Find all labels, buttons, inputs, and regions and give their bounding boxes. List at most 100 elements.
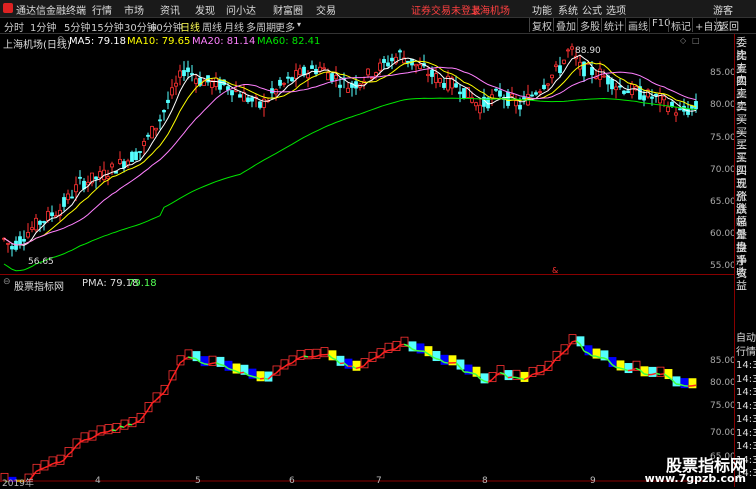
candle-body[interactable] — [175, 83, 178, 86]
candle-body[interactable] — [571, 47, 574, 49]
period-weekly[interactable]: 周线 — [202, 19, 222, 34]
candle-body[interactable] — [563, 60, 566, 63]
candle-body[interactable] — [695, 101, 698, 108]
candle-body[interactable] — [99, 172, 102, 178]
candle-body[interactable] — [251, 98, 254, 101]
candle-body[interactable] — [35, 218, 38, 230]
candle-body[interactable] — [675, 113, 678, 115]
candle-body[interactable] — [535, 93, 538, 95]
candle-body[interactable] — [239, 95, 242, 98]
candle-body[interactable] — [623, 91, 626, 93]
candle-body[interactable] — [479, 105, 482, 113]
candle-body[interactable] — [67, 194, 70, 200]
candle-body[interactable] — [687, 109, 690, 114]
candle-body[interactable] — [107, 177, 110, 179]
candle-body[interactable] — [171, 88, 174, 95]
candle-body[interactable] — [179, 71, 182, 77]
candle-body[interactable] — [383, 59, 386, 62]
candle-body[interactable] — [319, 67, 322, 71]
collapse-icon[interactable]: ⊖ — [3, 277, 11, 287]
candle-body[interactable] — [499, 91, 502, 96]
candle-body[interactable] — [131, 152, 134, 161]
candle-body[interactable] — [63, 198, 66, 207]
candle-body[interactable] — [195, 79, 198, 83]
candle-body[interactable] — [547, 84, 550, 85]
candle-body[interactable] — [435, 74, 438, 83]
candle-body[interactable] — [187, 68, 190, 72]
settings-icon[interactable]: ◇ — [680, 36, 686, 45]
candle-body[interactable] — [155, 128, 158, 130]
candle-body[interactable] — [367, 69, 370, 75]
candle-body[interactable] — [303, 67, 306, 75]
statistics-button[interactable]: 统计 — [601, 18, 626, 32]
candle-body[interactable] — [159, 120, 162, 121]
candle-body[interactable] — [531, 95, 534, 96]
candle-body[interactable] — [283, 83, 286, 84]
candle-body[interactable] — [299, 69, 302, 75]
candle-body[interactable] — [247, 98, 250, 102]
candle-body[interactable] — [663, 96, 666, 100]
period-more[interactable]: 更多 — [275, 19, 295, 34]
candle-body[interactable] — [11, 246, 14, 249]
pane-divider[interactable] — [0, 274, 734, 275]
candle-body[interactable] — [591, 67, 594, 74]
candle-body[interactable] — [399, 51, 402, 52]
indicator-bar[interactable] — [33, 464, 40, 473]
mark-button[interactable]: 标记 — [668, 18, 693, 32]
candle-body[interactable] — [679, 109, 682, 110]
candle-body[interactable] — [387, 63, 390, 66]
menu-trade[interactable]: 交易 — [316, 2, 336, 17]
period-15min[interactable]: 15分钟 — [91, 19, 124, 34]
candle-body[interactable] — [655, 94, 658, 95]
candle-body[interactable] — [391, 58, 394, 61]
collapse-icon[interactable]: ⊖ — [57, 35, 65, 45]
indicator-chart-canvas[interactable] — [0, 276, 706, 482]
menu-wealth[interactable]: 财富圈 — [273, 2, 303, 17]
menu-news[interactable]: 资讯 — [160, 2, 180, 17]
candle-body[interactable] — [355, 82, 358, 88]
candle-body[interactable] — [443, 83, 446, 87]
multi-stock-button[interactable]: 多股 — [577, 18, 602, 32]
candle-body[interactable] — [379, 63, 382, 70]
candle-body[interactable] — [119, 159, 122, 163]
candle-body[interactable] — [519, 105, 522, 109]
candle-body[interactable] — [163, 110, 166, 112]
candle-body[interactable] — [347, 88, 350, 92]
candle-body[interactable] — [139, 152, 142, 153]
candle-body[interactable] — [151, 127, 154, 138]
menu-quotes[interactable]: 行情 — [92, 2, 112, 17]
menu-formula[interactable]: 公式 — [582, 2, 602, 17]
candle-body[interactable] — [219, 80, 222, 89]
candle-body[interactable] — [543, 85, 546, 88]
candle-body[interactable] — [287, 77, 290, 78]
indicator-bar[interactable] — [521, 372, 528, 381]
period-daily[interactable]: 日线 — [180, 19, 200, 34]
candle-body[interactable] — [511, 94, 514, 96]
menu-system[interactable]: 系统 — [558, 2, 578, 17]
candle-body[interactable] — [279, 80, 282, 85]
candle-body[interactable] — [263, 99, 266, 107]
candle-body[interactable] — [19, 237, 22, 244]
period-timeshare[interactable]: 分时 — [4, 19, 24, 34]
candle-body[interactable] — [651, 97, 654, 98]
candle-body[interactable] — [431, 70, 434, 76]
dropdown-arrow-icon[interactable]: ▾ — [297, 20, 301, 29]
candle-body[interactable] — [39, 221, 42, 224]
candle-body[interactable] — [339, 85, 342, 87]
draw-line-button[interactable]: 画线 — [625, 18, 650, 32]
candle-body[interactable] — [183, 70, 186, 75]
candle-body[interactable] — [51, 213, 54, 216]
menu-functions[interactable]: 功能 — [532, 2, 552, 17]
menu-market[interactable]: 市场 — [124, 2, 144, 17]
candle-body[interactable] — [95, 177, 98, 179]
candle-body[interactable] — [459, 92, 462, 94]
candle-body[interactable] — [331, 74, 334, 81]
kline-chart[interactable]: 上海机场(日线) ⊖ MA5: 79.18 MA10: 79.65 MA20: … — [0, 34, 706, 274]
candle-body[interactable] — [567, 50, 570, 51]
candle-body[interactable] — [191, 74, 194, 75]
candle-body[interactable] — [79, 177, 82, 178]
candle-body[interactable] — [439, 79, 442, 83]
kline-chart-canvas[interactable] — [0, 34, 706, 274]
indicator-bar[interactable] — [129, 418, 136, 427]
candle-body[interactable] — [27, 232, 30, 237]
